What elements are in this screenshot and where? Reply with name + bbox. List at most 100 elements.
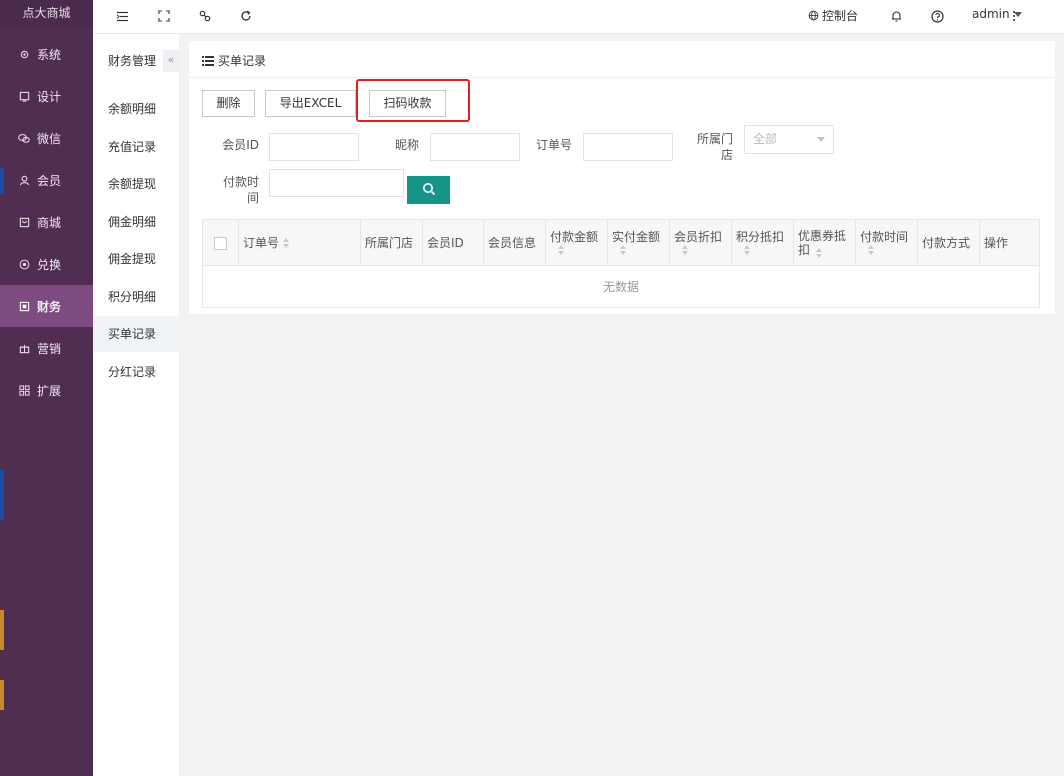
payment-records-table: 订单号 所属门店 会员ID 会员信息 付款金额 实付金额 会员折扣 积分抵扣 优… xyxy=(202,219,1040,308)
wechat-icon xyxy=(18,132,30,144)
sidebar-item-exchange[interactable]: 兑换 xyxy=(0,243,93,285)
submenu-item-balance-withdraw[interactable]: 余额提现 xyxy=(93,166,179,202)
order-no-input[interactable] xyxy=(583,133,673,161)
top-bar: 控制台 admin xyxy=(93,0,1064,34)
submenu-item-dividend-record[interactable]: 分红记录 xyxy=(93,354,179,390)
sidebar-item-label: 扩展 xyxy=(37,383,62,398)
sidebar-item-marketing[interactable]: 营销 xyxy=(0,327,93,369)
globe-icon xyxy=(808,10,819,21)
col-member-discount[interactable]: 会员折扣 xyxy=(670,220,732,266)
select-all-cell xyxy=(203,220,239,266)
store-select-value: 全部 xyxy=(753,132,778,146)
member-id-label: 会员ID xyxy=(222,138,259,152)
sort-icon[interactable] xyxy=(682,244,688,256)
collapse-submenu-icon[interactable]: « xyxy=(163,50,179,72)
sidebar-item-label: 财务 xyxy=(37,299,62,314)
sidebar-item-design[interactable]: 设计 xyxy=(0,75,93,117)
submenu-item-points-detail[interactable]: 积分明细 xyxy=(93,279,179,315)
store-select[interactable]: 全部 xyxy=(744,125,834,154)
gear-icon xyxy=(18,48,30,60)
monitor-icon xyxy=(18,90,30,102)
user-name: admin xyxy=(972,7,1010,21)
sidebar-item-shop[interactable]: 商城 xyxy=(0,201,93,243)
page-title: 买单记录 xyxy=(202,52,266,69)
page-title-text: 买单记录 xyxy=(218,54,267,68)
finance-icon xyxy=(18,300,30,312)
submenu-item-commission-detail[interactable]: 佣金明细 xyxy=(93,204,179,240)
col-order-no[interactable]: 订单号 xyxy=(239,220,361,266)
order-no-label: 订单号 xyxy=(535,138,572,152)
user-icon xyxy=(18,174,30,186)
member-id-input[interactable] xyxy=(269,133,359,161)
sidebar-item-member[interactable]: 会员 xyxy=(0,159,93,201)
content-panel: 买单记录 删除 导出EXCEL 扫码收款 会员ID 昵称 订单号 所属门店 全部… xyxy=(189,41,1055,314)
sort-icon[interactable] xyxy=(283,237,290,249)
caret-down-icon xyxy=(817,137,825,142)
sidebar-item-label: 营销 xyxy=(37,341,62,356)
nickname-label: 昵称 xyxy=(394,138,419,152)
submenu-item-commission-withdraw[interactable]: 佣金提现 xyxy=(93,241,179,277)
link-icon[interactable] xyxy=(197,8,213,24)
sidebar-item-label: 设计 xyxy=(37,89,62,104)
col-pay-amount[interactable]: 付款金额 xyxy=(546,220,608,266)
shop-icon xyxy=(18,216,30,228)
sidebar-item-wechat[interactable]: 微信 xyxy=(0,117,93,159)
bell-icon[interactable] xyxy=(888,8,904,24)
highlight-box xyxy=(356,79,470,122)
sidebar-item-label: 会员 xyxy=(37,173,62,188)
col-member-info: 会员信息 xyxy=(484,220,546,266)
nickname-input[interactable] xyxy=(430,133,520,161)
title-divider xyxy=(189,77,1055,78)
finance-submenu: 财务管理 « 余额明细 充值记录 余额提现 佣金明细 佣金提现 积分明细 买单记… xyxy=(93,0,179,776)
submenu-title: 财务管理 xyxy=(108,54,157,68)
gift-icon xyxy=(18,342,30,354)
pay-time-input[interactable] xyxy=(269,169,404,197)
search-icon xyxy=(422,182,436,199)
brand-logo[interactable]: 点大商城 xyxy=(0,0,93,28)
delete-button[interactable]: 删除 xyxy=(202,90,255,117)
main-sidebar: 点大商城 系统 设计 微信 会员 商城 兑换 财务 营销 扩展 xyxy=(0,0,93,776)
select-all-checkbox[interactable] xyxy=(214,236,227,250)
col-pay-method: 付款方式 xyxy=(918,220,980,266)
grid-icon xyxy=(18,384,30,396)
sidebar-item-extension[interactable]: 扩展 xyxy=(0,369,93,411)
export-excel-button[interactable]: 导出EXCEL xyxy=(265,90,356,117)
sidebar-edge-mark xyxy=(0,680,4,710)
store-label: 所属门店 xyxy=(696,132,733,162)
console-link[interactable]: 控制台 xyxy=(808,7,858,24)
list-icon xyxy=(202,55,214,66)
table-header: 订单号 所属门店 会员ID 会员信息 付款金额 实付金额 会员折扣 积分抵扣 优… xyxy=(203,220,1039,266)
refresh-icon[interactable] xyxy=(238,8,254,24)
sidebar-edge-mark xyxy=(0,610,4,650)
help-icon[interactable] xyxy=(929,8,945,24)
sort-icon[interactable] xyxy=(558,244,564,256)
empty-state: 无数据 xyxy=(602,280,639,294)
more-vertical-icon[interactable] xyxy=(1006,8,1022,24)
sidebar-item-finance[interactable]: 财务 xyxy=(0,285,93,327)
col-coupon-deduct[interactable]: 优惠券抵扣 xyxy=(794,220,856,266)
submenu-item-payment-record[interactable]: 买单记录 xyxy=(93,316,179,352)
col-points-deduct[interactable]: 积分抵扣 xyxy=(732,220,794,266)
menu-toggle-icon[interactable] xyxy=(114,8,130,24)
submenu-item-recharge-record[interactable]: 充值记录 xyxy=(93,129,179,165)
col-member-id: 会员ID xyxy=(423,220,484,266)
sidebar-item-system[interactable]: 系统 xyxy=(0,33,93,75)
sort-icon[interactable] xyxy=(620,244,626,256)
search-button[interactable] xyxy=(407,176,450,204)
sort-icon[interactable] xyxy=(868,244,874,256)
sidebar-item-label: 兑换 xyxy=(37,257,62,272)
sort-icon[interactable] xyxy=(744,244,750,256)
console-label: 控制台 xyxy=(822,9,859,23)
pay-time-label: 付款时间 xyxy=(222,175,259,205)
col-actions: 操作 xyxy=(984,236,1009,250)
exchange-icon xyxy=(18,258,30,270)
sidebar-item-label: 微信 xyxy=(37,131,62,146)
sidebar-edge-mark xyxy=(0,470,4,520)
submenu-item-balance-detail[interactable]: 余额明细 xyxy=(93,91,179,127)
col-actual-amount[interactable]: 实付金额 xyxy=(608,220,670,266)
col-pay-time[interactable]: 付款时间 xyxy=(856,220,918,266)
fullscreen-icon[interactable] xyxy=(156,8,172,24)
sort-icon[interactable] xyxy=(816,247,822,259)
sidebar-item-label: 商城 xyxy=(37,215,62,230)
col-store: 所属门店 xyxy=(361,220,423,266)
